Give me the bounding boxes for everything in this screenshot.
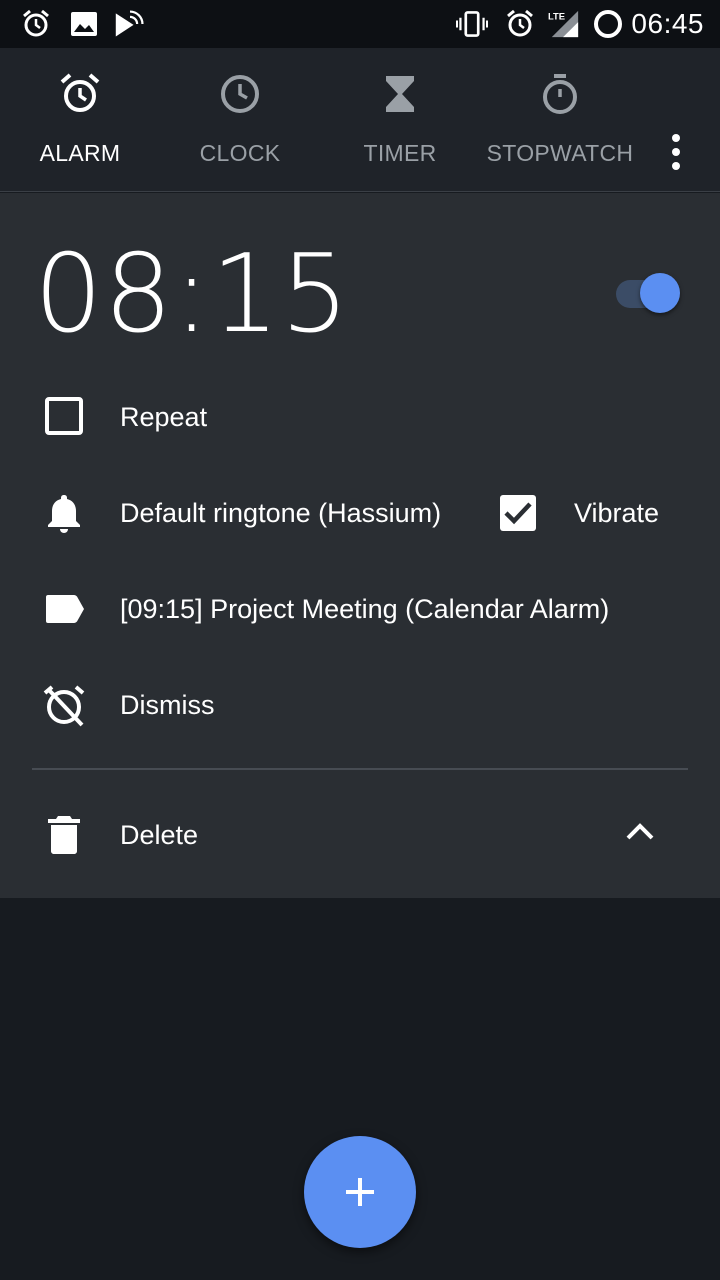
tab-alarm-label: ALARM <box>39 140 121 166</box>
stopwatch-icon <box>543 74 577 114</box>
tab-clock-label: CLOCK <box>199 140 281 166</box>
tab-clock[interactable]: CLOCK <box>160 48 320 192</box>
status-time: 06:45 <box>631 8 704 39</box>
plus-icon <box>346 1178 374 1206</box>
divider <box>32 768 688 770</box>
alarm-label-text[interactable]: [09:15] Project Meeting (Calendar Alarm) <box>120 589 609 629</box>
tab-timer[interactable]: TIMER <box>320 48 480 192</box>
battery-icon <box>594 10 622 38</box>
more-options-icon[interactable] <box>656 132 696 172</box>
alarm-icon <box>23 9 49 37</box>
tab-bar: ALARM CLOCK TIMER STOPWATCH <box>0 48 720 192</box>
tab-timer-label: TIMER <box>363 140 437 166</box>
status-bar: LTE 06:45 <box>0 0 720 48</box>
add-alarm-button[interactable] <box>304 1136 416 1248</box>
repeat-label[interactable]: Repeat <box>120 397 207 437</box>
lte-label: LTE <box>548 10 565 21</box>
chevron-up-icon[interactable] <box>618 811 662 855</box>
vibrate-label[interactable]: Vibrate <box>574 493 659 533</box>
image-icon <box>71 12 97 36</box>
repeat-checkbox[interactable] <box>42 394 86 438</box>
cast-icon <box>115 10 144 37</box>
clock-icon <box>221 75 259 113</box>
delete-label[interactable]: Delete <box>120 815 198 855</box>
vibrate-checkbox[interactable] <box>496 491 540 535</box>
label-icon <box>46 595 84 623</box>
trash-icon[interactable] <box>42 813 86 857</box>
alarm-off-icon <box>43 685 85 727</box>
toggle-thumb <box>640 273 680 313</box>
hourglass-icon <box>386 76 414 112</box>
tab-stopwatch[interactable]: STOPWATCH <box>480 48 640 192</box>
vibrate-icon <box>456 11 488 37</box>
alarm-enabled-toggle[interactable] <box>616 273 684 317</box>
alarm-card: 08:15 Repeat Default ringtone (Hassium) … <box>0 193 720 898</box>
alarm-icon <box>60 73 100 112</box>
tab-alarm[interactable]: ALARM <box>0 48 160 192</box>
lte-signal-icon: LTE <box>548 10 579 38</box>
dismiss-label[interactable]: Dismiss <box>120 685 215 725</box>
ringtone-label[interactable]: Default ringtone (Hassium) <box>120 493 441 533</box>
bell-icon <box>48 495 80 533</box>
alarm-time[interactable]: 08:15 <box>34 235 350 355</box>
tab-stopwatch-label: STOPWATCH <box>486 140 634 166</box>
alarm-icon <box>507 9 533 37</box>
